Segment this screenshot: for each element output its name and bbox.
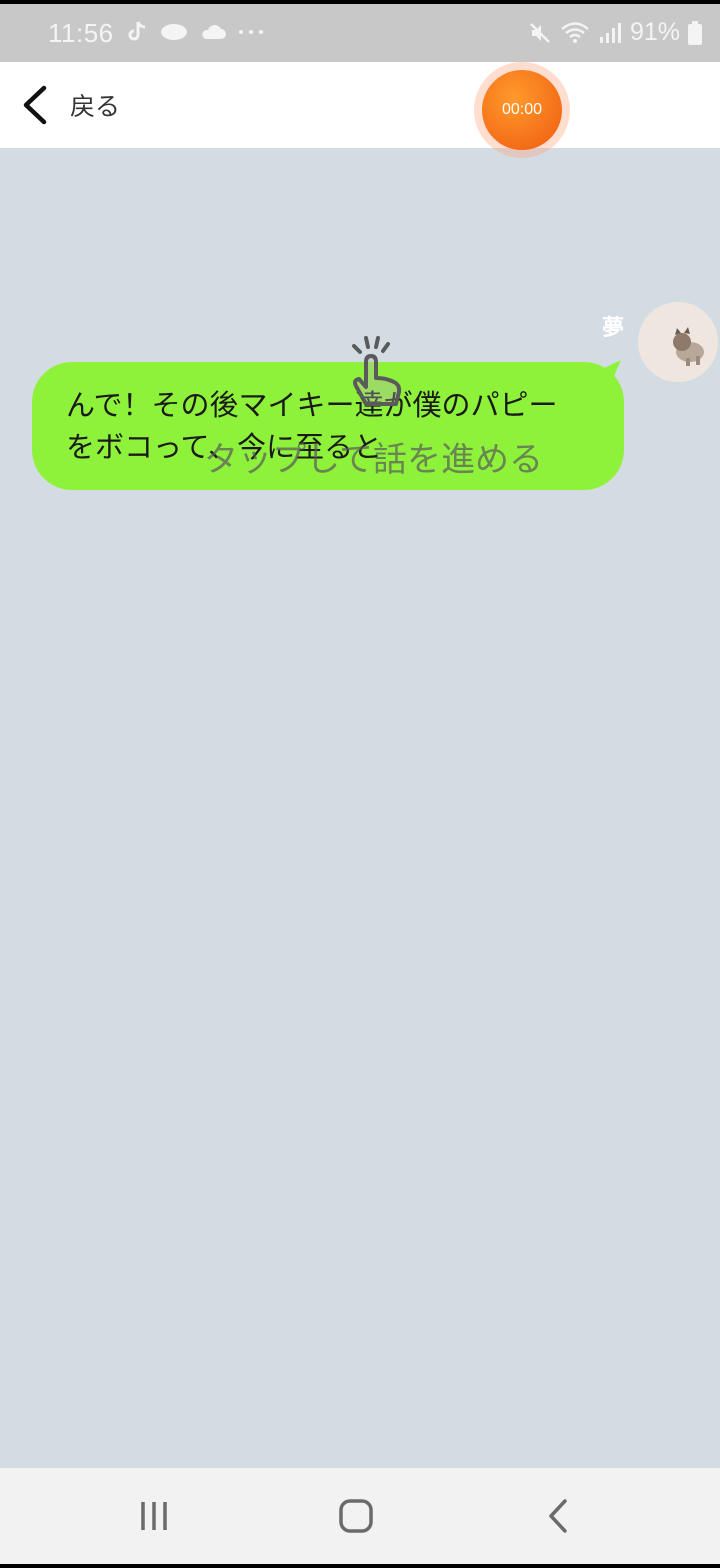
tiktok-icon — [128, 21, 146, 41]
spoon-icon — [161, 24, 187, 40]
tap-to-advance-overlay[interactable]: タップして話を進める — [0, 330, 720, 480]
status-icons-left — [126, 20, 264, 44]
recent-apps-button[interactable] — [124, 1494, 184, 1538]
battery-percent: 91% — [629, 18, 680, 46]
timer-text: 00:00 — [501, 101, 543, 118]
record-timer-inner: 00:00 — [482, 70, 562, 150]
signal-icon — [599, 22, 621, 43]
back-label: 戻る — [70, 92, 121, 121]
mute-icon — [530, 22, 550, 43]
back-icon — [549, 1499, 567, 1533]
system-nav-bar — [0, 1468, 720, 1568]
battery-icon — [688, 20, 702, 45]
chevron-left-icon — [23, 85, 47, 125]
more-dots-icon — [239, 30, 263, 34]
recent-apps-icon — [141, 1502, 167, 1530]
cloud-icon — [202, 25, 226, 39]
status-icons-right: 91% — [528, 18, 702, 47]
tap-hand-icon — [352, 336, 402, 406]
screen: 11:56 91% 戻る 00:00 夢 んで！その後マイキー達が僕のパピー を… — [0, 0, 720, 1568]
header-bar: 戻る — [0, 62, 720, 148]
back-button[interactable]: 戻る — [18, 80, 120, 130]
record-timer-button[interactable]: 00:00 — [474, 62, 570, 158]
status-bar: 11:56 91% — [0, 0, 720, 62]
tap-hint-text: タップして話を進める — [204, 440, 543, 480]
home-icon — [339, 1499, 373, 1533]
home-button[interactable] — [326, 1494, 386, 1538]
status-time: 11:56 — [48, 18, 114, 48]
nav-back-button[interactable] — [528, 1494, 588, 1538]
wifi-icon — [561, 21, 589, 43]
